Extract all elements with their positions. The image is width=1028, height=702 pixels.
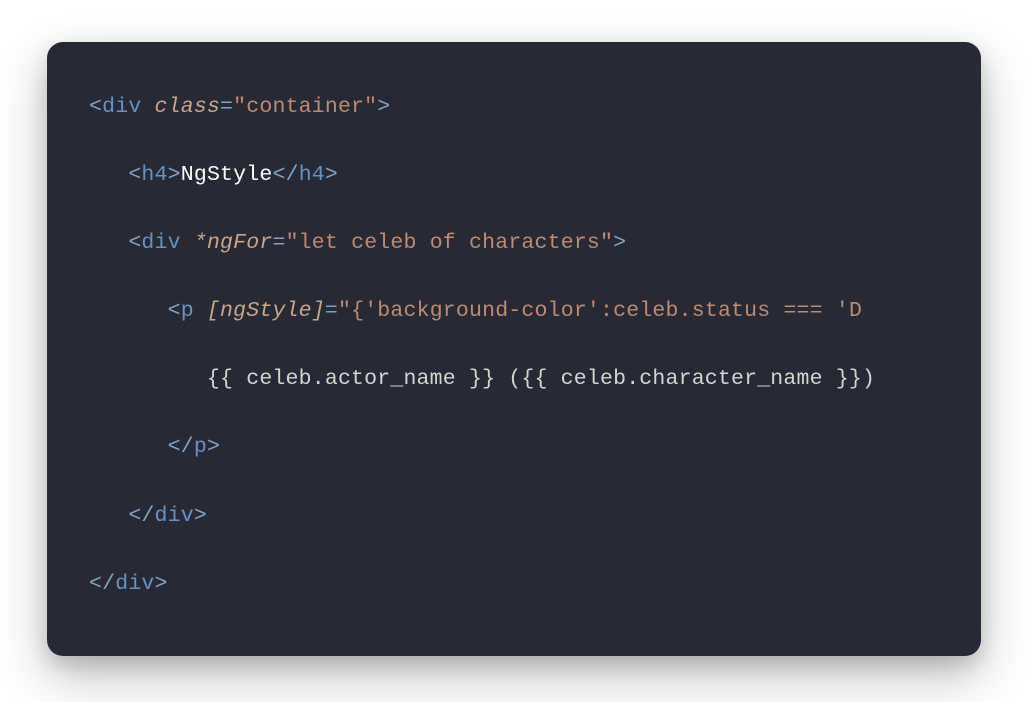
- code-block: <div class="container"> <h4>NgStyle</h4>…: [47, 42, 981, 656]
- code-token: =: [325, 299, 338, 323]
- code-token: </: [128, 504, 154, 528]
- code-token: {{ celeb.actor_name }} ({{ celeb.charact…: [207, 367, 875, 391]
- code-token: =: [220, 95, 233, 119]
- code-token: =: [272, 231, 285, 255]
- code-token: div: [115, 572, 154, 596]
- code-token: </: [272, 163, 298, 187]
- code-token: h4: [299, 163, 325, 187]
- code-line: </div>: [89, 569, 981, 599]
- code-token: <: [128, 163, 141, 187]
- code-token: [141, 95, 154, 119]
- code-token: "container": [233, 95, 377, 119]
- code-token: [181, 231, 194, 255]
- code-token: [194, 299, 207, 323]
- code-token: h4: [141, 163, 167, 187]
- code-token: >: [613, 231, 626, 255]
- code-token: </: [89, 572, 115, 596]
- code-token: "let celeb of characters": [286, 231, 614, 255]
- code-token: <: [128, 231, 141, 255]
- code-token: p: [194, 435, 207, 459]
- code-token: class: [155, 95, 221, 119]
- code-line: </div>: [89, 501, 981, 531]
- code-token: *ngFor: [194, 231, 273, 255]
- code-token: div: [155, 504, 194, 528]
- code-line: </p>: [89, 432, 981, 462]
- code-token: "{'background-color':celeb.status === 'D: [338, 299, 862, 323]
- code-token: div: [141, 231, 180, 255]
- code-line: <p [ngStyle]="{'background-color':celeb.…: [89, 296, 981, 326]
- code-line: <h4>NgStyle</h4>: [89, 160, 981, 190]
- code-content: <div class="container"> <h4>NgStyle</h4>…: [89, 92, 981, 599]
- code-token: div: [102, 95, 141, 119]
- code-token: [ngStyle]: [207, 299, 325, 323]
- code-token: <: [168, 299, 181, 323]
- code-line: {{ celeb.actor_name }} ({{ celeb.charact…: [89, 364, 981, 394]
- code-token: p: [181, 299, 194, 323]
- code-token: >: [377, 95, 390, 119]
- code-line: <div class="container">: [89, 92, 981, 122]
- code-token: <: [89, 95, 102, 119]
- code-token: >: [207, 435, 220, 459]
- code-token: >: [194, 504, 207, 528]
- code-token: >: [325, 163, 338, 187]
- code-line: <div *ngFor="let celeb of characters">: [89, 228, 981, 258]
- code-token: </: [168, 435, 194, 459]
- code-token: >: [155, 572, 168, 596]
- code-token: NgStyle: [181, 163, 273, 187]
- code-token: >: [168, 163, 181, 187]
